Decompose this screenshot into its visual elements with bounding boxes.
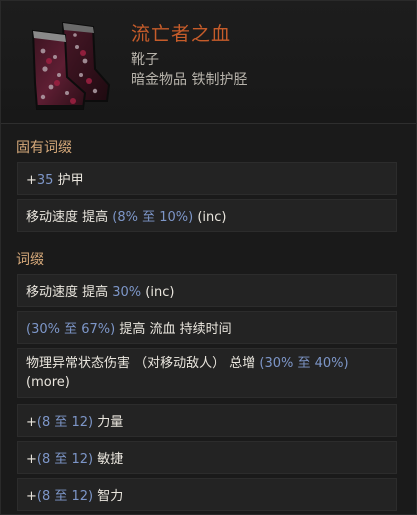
mod-text: +(8 至 12) 智力 bbox=[26, 485, 123, 504]
mod-label: + bbox=[26, 415, 37, 430]
item-tooltip: 流亡者之血 靴子 暗金物品 铁制护胫 固有词缀 +35 护甲 移动速度 提高 (… bbox=[0, 0, 417, 515]
mod-text: +35 护甲 bbox=[26, 169, 84, 188]
mod-label: 移动速度 提高 bbox=[26, 210, 113, 225]
explicit-section-title: 词缀 bbox=[16, 252, 44, 268]
mod-label: 护甲 bbox=[53, 173, 84, 188]
mod-text: 移动速度 提高 (8% 至 10%) (inc) bbox=[26, 206, 226, 225]
mod-label: + bbox=[26, 452, 37, 467]
mod-label: 敏捷 bbox=[93, 452, 124, 467]
implicit-mod-1: 移动速度 提高 (8% 至 10%) (inc) bbox=[17, 199, 397, 232]
mod-value: (8% 至 10%) bbox=[112, 210, 194, 225]
item-type: 靴子 bbox=[131, 52, 159, 68]
explicit-mod-1: (30% 至 67%) 提高 流血 持续时间 bbox=[17, 311, 397, 344]
mod-text: 物理异常状态伤害 （对移动敌人） 总增 (30% 至 40%) (more) bbox=[26, 354, 388, 392]
mod-label: 移动速度 提高 bbox=[26, 285, 113, 300]
mod-text: +(8 至 12) 敏捷 bbox=[26, 448, 123, 467]
mod-label: (more) bbox=[26, 375, 70, 390]
item-name: 流亡者之血 bbox=[131, 23, 232, 45]
explicit-mod-3: +(8 至 12) 力量 bbox=[17, 404, 397, 437]
implicit-section-title: 固有词缀 bbox=[16, 140, 72, 156]
mod-text: 移动速度 提高 30% (inc) bbox=[26, 281, 174, 300]
explicit-mod-2: 物理异常状态伤害 （对移动敌人） 总增 (30% 至 40%) (more) bbox=[17, 348, 397, 398]
mod-label: + bbox=[26, 489, 37, 504]
mod-value: (30% 至 67%) bbox=[26, 322, 116, 337]
mod-value: (30% 至 40%) bbox=[259, 356, 349, 371]
item-rarity: 暗金物品 铁制护胫 bbox=[131, 72, 248, 88]
mod-label: 物理异常状态伤害 （对移动敌人） 总增 bbox=[26, 356, 260, 371]
mod-value: (8 至 12) bbox=[36, 415, 94, 430]
mod-text: (30% 至 67%) 提高 流血 持续时间 bbox=[26, 318, 232, 337]
mod-value: 30% bbox=[112, 285, 142, 300]
explicit-mod-0: 移动速度 提高 30% (inc) bbox=[17, 274, 397, 307]
mod-value: (8 至 12) bbox=[36, 452, 94, 467]
mod-label: (inc) bbox=[193, 210, 227, 225]
item-header: 流亡者之血 靴子 暗金物品 铁制护胫 bbox=[1, 1, 416, 124]
mod-value: 35 bbox=[36, 173, 54, 188]
mod-text: +(8 至 12) 力量 bbox=[26, 411, 123, 430]
explicit-mod-5: +(8 至 12) 智力 bbox=[17, 478, 397, 511]
mod-label: 提高 流血 持续时间 bbox=[115, 322, 232, 337]
implicit-mod-0: +35 护甲 bbox=[17, 162, 397, 195]
mod-label: + bbox=[26, 173, 37, 188]
explicit-mod-4: +(8 至 12) 敏捷 bbox=[17, 441, 397, 474]
mod-value: (8 至 12) bbox=[36, 489, 94, 504]
mod-label: 力量 bbox=[93, 415, 124, 430]
mod-label: (inc) bbox=[141, 285, 175, 300]
mod-label: 智力 bbox=[93, 489, 124, 504]
boots-icon bbox=[31, 21, 111, 110]
